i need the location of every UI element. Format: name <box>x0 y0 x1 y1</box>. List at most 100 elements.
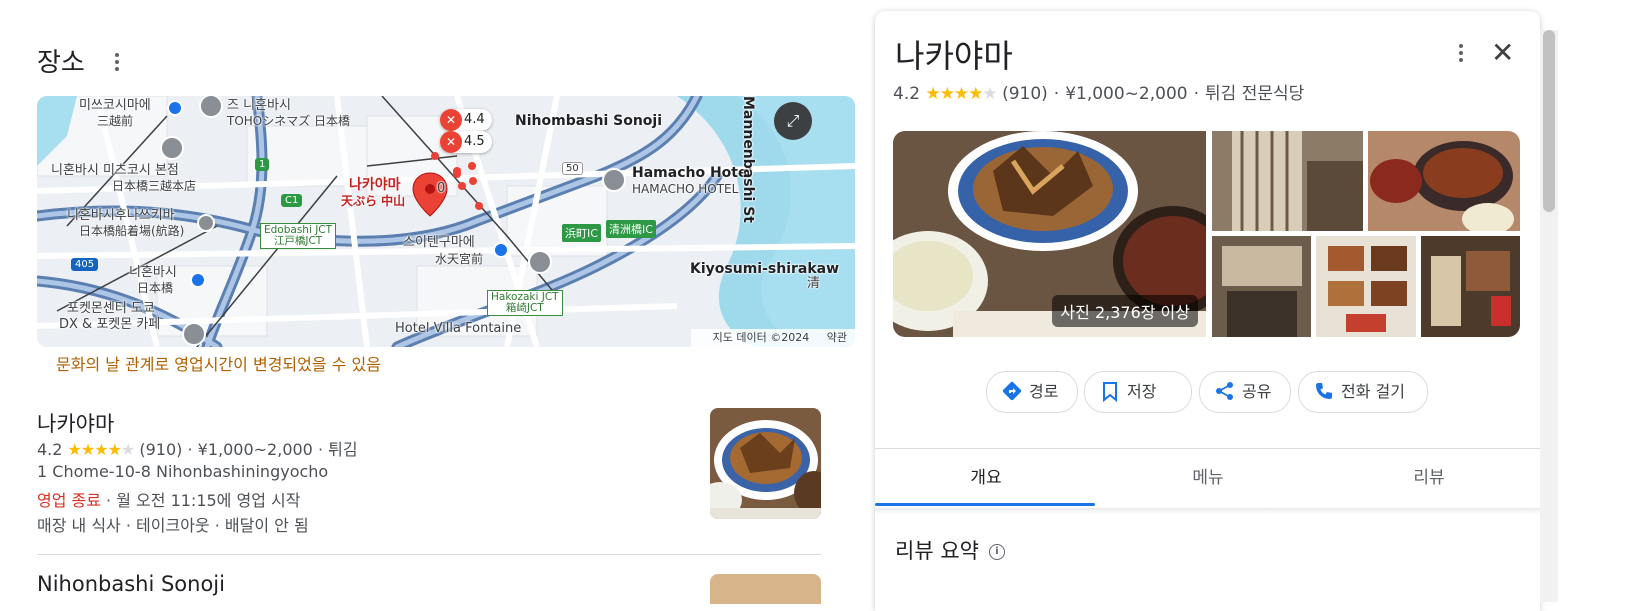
map-terms-link[interactable]: 약관 <box>827 331 847 344</box>
rating-stars-icon: ★★★★★ <box>67 440 136 459</box>
pin-rating: 0 <box>437 181 446 196</box>
photo-thumbnail[interactable] <box>1212 236 1311 337</box>
tabs-divider <box>875 448 1540 449</box>
hours-notice: 문화의 날 관계로 영업시간이 변경되었을 수 있음 <box>56 355 381 374</box>
category[interactable]: 튀김 전문식당 <box>1205 84 1304 104</box>
scrollbar-thumb[interactable] <box>1543 30 1555 212</box>
rating-value: 4.2 <box>893 84 921 104</box>
map-label-mannenbashi: Mannenbashi St <box>740 96 756 223</box>
phone-icon <box>1316 382 1332 399</box>
expand-map-button[interactable]: ⤢ <box>774 102 812 140</box>
review-count[interactable]: (910) <box>1002 84 1048 104</box>
save-button[interactable]: 저장 <box>1084 371 1192 413</box>
restaurant-pin[interactable]: ✕ 4.4 <box>440 109 492 131</box>
save-label: 저장 <box>1127 382 1157 401</box>
route-405-shield: 405 <box>71 258 99 271</box>
review-summary-heading: 리뷰 요약 i <box>895 535 1005 565</box>
pier-icon <box>197 214 215 232</box>
photo-thumbnail[interactable] <box>1368 131 1520 231</box>
shopping-icon <box>160 136 184 160</box>
result-name[interactable]: 나카야마 <box>37 408 114 438</box>
hamacho-ic-label: 浜町IC <box>562 224 601 242</box>
map-label-kiyosumi-jp: 清 <box>807 276 821 291</box>
result-thumbnail[interactable] <box>710 408 821 519</box>
result-hours-row: 영업 종료 · 월 오전 11:15에 영업 시작 <box>37 487 300 511</box>
map-label-suitengumae-jp: 水天宮前 <box>435 252 484 266</box>
edobashi-jct-name-jp: 江戸橋JCT <box>273 235 323 247</box>
review-summary-title: 리뷰 요약 <box>895 539 979 563</box>
fork-knife-icon: ✕ <box>440 109 462 131</box>
directions-label: 경로 <box>1029 382 1059 401</box>
route-c1-shield: C1 <box>281 194 303 207</box>
result-divider <box>37 554 821 555</box>
call-button[interactable]: 전화 걸기 <box>1298 371 1428 413</box>
shopping-icon <box>182 322 206 346</box>
result-services: 매장 내 식사 · 테이크아웃 · 배달이 안 됨 <box>37 516 309 535</box>
hotel-icon <box>602 168 626 192</box>
photo-count-badge[interactable]: 사진 2,376장 이상 <box>1052 295 1198 327</box>
tab-overview[interactable]: 개요 <box>875 463 1097 488</box>
map-label-pokemon: 포켓몬센터 도쿄 <box>67 301 155 316</box>
photo-thumbnail[interactable] <box>1316 236 1416 337</box>
map-label-mitsukoshi-store-jp: 日本橋三越本店 <box>112 179 197 193</box>
map-label-pokemon-cafe: DX & 포켓몬 카페 <box>59 317 161 332</box>
result-address: 1 Chome-10-8 Nihonbashiningyocho <box>37 462 329 481</box>
photo-thumbnail[interactable] <box>1421 236 1520 337</box>
result-name[interactable]: Nihonbashi Sonoji <box>37 572 225 596</box>
rating-value: 4.2 <box>37 440 63 459</box>
directions-button[interactable]: 경로 <box>986 371 1078 413</box>
station-icon <box>167 100 183 116</box>
category: 튀김 <box>328 440 358 459</box>
place-details-panel: 나카야마 ✕ 4.2 ★★★★★ (910) · ¥1,000~2,000 · 튀김 전… <box>875 11 1540 611</box>
share-label: 공유 <box>1242 382 1272 401</box>
place-title: 나카야마 <box>895 37 1013 75</box>
pin-rating: 4.4 <box>464 112 485 127</box>
share-button[interactable]: 공유 <box>1199 371 1291 413</box>
share-icon <box>1216 381 1233 400</box>
hakozaki-jct-label: Hakozaki JCT 箱崎JCT <box>487 290 563 316</box>
more-options-icon[interactable] <box>1453 41 1469 71</box>
map-label-suitengumae: 스이텐구마에 <box>403 235 475 250</box>
map-label-sonoji: Nihombashi Sonoji <box>515 113 663 129</box>
map-label-ship-pier: 니혼바시후나쓰키바 <box>67 208 175 223</box>
route-1-shield: 1 <box>255 158 270 171</box>
separator: · <box>100 491 117 510</box>
price-range: ¥1,000~2,000 <box>197 440 313 459</box>
active-tab-indicator <box>875 503 1095 506</box>
bookmark-icon <box>1103 381 1117 402</box>
more-options-icon[interactable] <box>107 50 127 78</box>
result-thumbnail[interactable] <box>710 574 821 604</box>
info-icon[interactable]: i <box>988 544 1005 560</box>
map-label-mitsukoshi-station-jp: 三越前 <box>97 114 134 128</box>
rating-stars-icon: ★★★★★ <box>925 84 997 104</box>
map-data-credit: 지도 데이터 ©2024 <box>712 331 810 344</box>
main-photo[interactable]: 사진 2,376장 이상 <box>893 131 1206 337</box>
close-icon[interactable]: ✕ <box>1491 39 1514 67</box>
price-range: ¥1,000~2,000 <box>1065 84 1188 104</box>
restaurant-pin[interactable]: ✕ 4.5 <box>440 131 492 153</box>
station-icon <box>493 242 509 258</box>
map-label-hamacho-hotel-jp: HAMACHO HOTEL <box>632 182 739 196</box>
map-label-ship-pier-jp: 日本橋船着場(航路) <box>79 224 185 238</box>
map[interactable]: 미쓰코시마에 三越前 즈 니혼바시 TOHOシネマズ 日本橋 니혼바시 미츠코시… <box>37 96 855 347</box>
tab-reviews[interactable]: 리뷰 <box>1318 463 1540 488</box>
fork-knife-icon: ✕ <box>440 131 462 153</box>
route-50-shield: 50 <box>562 162 583 175</box>
photo-thumbnail[interactable] <box>1212 131 1363 231</box>
section-title: 장소 <box>37 48 85 78</box>
pin-rating: 4.5 <box>464 134 485 149</box>
tab-menu[interactable]: 메뉴 <box>1097 463 1319 488</box>
map-label-nihonbashi-station: 니혼바시 <box>129 265 177 280</box>
opening-hours: 월 오전 11:15에 영업 시작 <box>116 491 301 510</box>
call-label: 전화 걸기 <box>1341 382 1405 401</box>
place-meta-row: 4.2 ★★★★★ (910) · ¥1,000~2,000 · 튀김 전문식당 <box>893 84 1305 104</box>
map-label-nihonbashi-station-jp: 日本橋 <box>137 281 174 295</box>
kiyosu-ic-label: 清洲橋IC <box>606 220 656 238</box>
map-footer: 지도 데이터 ©2024 약관 <box>690 329 855 347</box>
map-label-toho: 즈 니혼바시 <box>227 98 291 113</box>
directions-icon <box>1002 381 1022 400</box>
map-label-nakayama: 나카야마 <box>349 177 401 193</box>
hotel-icon <box>528 250 552 274</box>
panel-scrollbar[interactable] <box>1540 30 1558 602</box>
map-label-hotel-villa: Hotel Villa Fontaine <box>395 321 522 336</box>
